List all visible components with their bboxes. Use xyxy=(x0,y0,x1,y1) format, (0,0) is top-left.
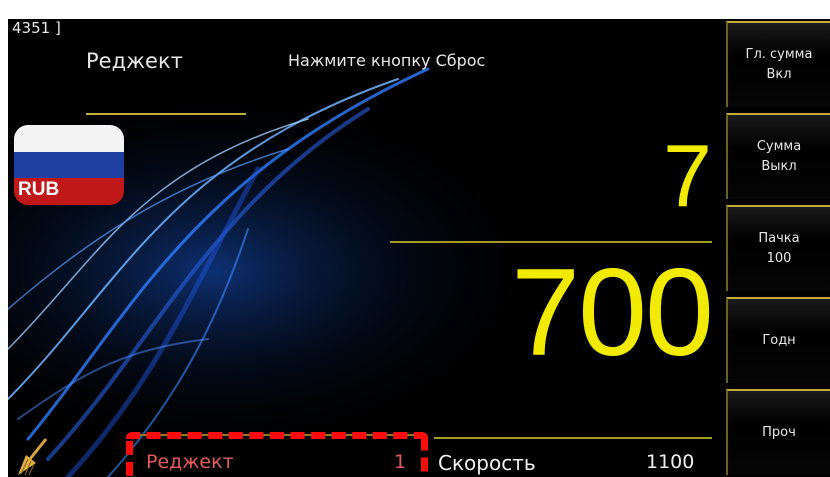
fit-label: Годн xyxy=(762,333,796,348)
currency-label: RUB xyxy=(18,179,60,200)
other-button[interactable]: Проч xyxy=(726,389,830,475)
batch-value: 100 xyxy=(766,251,792,266)
sum-button[interactable]: Сумма Выкл xyxy=(726,113,830,199)
sum-label: Сумма xyxy=(756,139,802,154)
status-message: Нажмите кнопку Сброс xyxy=(288,51,486,70)
other-label: Проч xyxy=(762,425,796,440)
total-amount: 700 xyxy=(511,244,714,382)
mode-divider xyxy=(86,113,246,115)
speed-divider xyxy=(434,437,712,439)
speed-label: Скорость xyxy=(438,451,536,475)
device-screen: 4351 ] Реджект Нажмите кнопку Сброс RUB … xyxy=(8,19,830,477)
count-divider xyxy=(390,241,712,243)
main-sum-state: Вкл xyxy=(766,67,792,82)
speed-value: 1100 xyxy=(646,451,695,473)
main-sum-label: Гл. сумма xyxy=(745,47,813,62)
sum-state: Выкл xyxy=(761,159,797,174)
reject-highlight-box xyxy=(126,432,428,477)
batch-label: Пачка xyxy=(758,231,800,246)
currency-flag-button[interactable]: RUB xyxy=(14,125,124,205)
fit-button[interactable]: Годн xyxy=(726,297,830,383)
function-sidebar: Гл. сумма Вкл Сумма Выкл Пачка 100 Годн … xyxy=(726,19,830,477)
mode-title: Реджект xyxy=(86,49,183,73)
batch-button[interactable]: Пачка 100 xyxy=(726,205,830,291)
main-sum-button[interactable]: Гл. сумма Вкл xyxy=(726,21,830,107)
broom-icon[interactable] xyxy=(16,437,50,477)
status-code: 4351 ] xyxy=(12,19,61,37)
note-count: 7 xyxy=(663,126,712,225)
